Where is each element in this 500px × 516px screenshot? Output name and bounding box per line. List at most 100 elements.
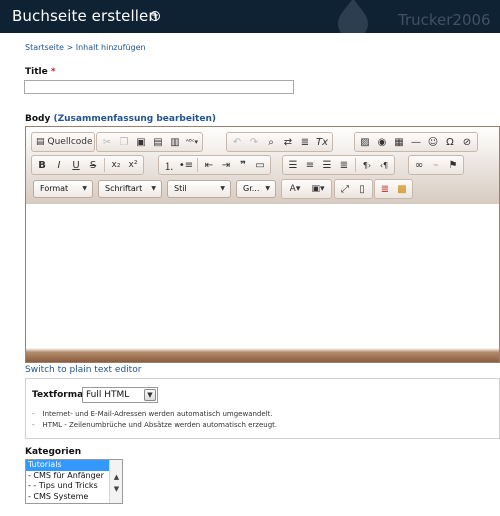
media-icon[interactable]: ▩ (394, 181, 410, 197)
copy-icon[interactable]: ❐ (116, 134, 132, 150)
drupal-drop-icon (338, 0, 368, 33)
style-combo[interactable]: Stil ▼ (167, 180, 231, 198)
source-button[interactable]: ▤ Quellcode (34, 134, 93, 150)
text-format-box: Textformat Full HTML ▼ Internet- und E-M… (25, 378, 500, 439)
teaser-break-icon[interactable]: ≣ (377, 181, 393, 197)
category-option[interactable]: Tutorials (26, 460, 109, 471)
rtl-icon[interactable]: ‹¶ (376, 157, 392, 173)
show-blocks-icon[interactable]: ▯ (354, 181, 370, 197)
italic-icon[interactable]: I (51, 157, 67, 173)
scroll-up-icon[interactable]: ▲ (110, 472, 122, 482)
special-char-icon[interactable]: Ω (442, 134, 458, 150)
find-icon[interactable]: ⌕ (263, 134, 279, 150)
align-center-icon[interactable]: ≡ (302, 157, 318, 173)
superscript-icon[interactable]: x² (125, 157, 141, 173)
paste-icon[interactable]: ▣ (133, 134, 149, 150)
category-option[interactable]: - CMS Systeme (26, 492, 109, 503)
watermark: Trucker2006 (398, 11, 491, 29)
toolbar-group-clipboard: ✂ ❐ ▣ ▤ ▥ ᴬᴮᶜ▾ (96, 132, 203, 152)
edit-summary-link[interactable]: Zusammenfassung bearbeiten (58, 114, 212, 124)
underline-icon[interactable]: U (68, 157, 84, 173)
category-option[interactable]: - CMS für Anfänger (26, 471, 109, 482)
categories-listbox[interactable]: Tutorials - CMS für Anfänger - - Tips un… (25, 459, 123, 504)
toolbar-separator (104, 158, 105, 172)
ltr-icon[interactable]: ¶› (359, 157, 375, 173)
dropdown-arrow-icon: ▼ (220, 185, 225, 192)
body-label: Body (Zusammenfassung bearbeiten) (25, 114, 216, 124)
size-combo[interactable]: Gr... ▼ (236, 180, 276, 198)
link-icon[interactable]: ∞ (411, 157, 427, 173)
align-left-icon[interactable]: ☰ (285, 157, 301, 173)
text-format-tips: Internet- und E-Mail-Adressen werden aut… (32, 409, 278, 431)
categories-label: Kategorien (25, 447, 82, 457)
anchor-icon[interactable]: ⚑ (445, 157, 461, 173)
format-combo[interactable]: Format ▼ (33, 180, 93, 198)
text-color-icon[interactable]: A▾ (284, 181, 306, 197)
scroll-down-icon[interactable]: ▼ (110, 484, 122, 494)
image-icon[interactable]: ▨ (357, 134, 373, 150)
title-input[interactable] (24, 80, 294, 94)
font-combo[interactable]: Schriftart ▼ (98, 180, 162, 198)
blockquote-icon[interactable]: ❞ (235, 157, 251, 173)
cut-icon[interactable]: ✂ (99, 134, 115, 150)
text-format-select[interactable]: Full HTML ▼ (82, 387, 158, 403)
body-label-text: Body (25, 114, 51, 124)
page-title: Buchseite erstellen (12, 7, 158, 25)
tip-item: HTML - Zeilenumbrüche und Absätze werden… (32, 420, 278, 431)
breadcrumb-current[interactable]: Inhalt hinzufügen (76, 43, 146, 52)
create-div-icon[interactable]: ▭ (252, 157, 268, 173)
outdent-icon[interactable]: ⇤ (201, 157, 217, 173)
style-combo-label: Stil (174, 184, 187, 193)
remove-format-icon[interactable]: Tx (314, 134, 330, 150)
body-close-paren: ) (211, 114, 216, 124)
listbox-scrollbar[interactable]: ▲ ▼ (109, 460, 122, 503)
flash-icon[interactable]: ◉ (374, 134, 390, 150)
paste-word-icon[interactable]: ▥ (167, 134, 183, 150)
page-break-icon[interactable]: ⊘ (459, 134, 475, 150)
table-icon[interactable]: ▦ (391, 134, 407, 150)
undo-icon[interactable]: ↶ (229, 134, 245, 150)
numbered-list-icon[interactable]: ⒈ (161, 157, 177, 173)
select-all-icon[interactable]: ≣ (297, 134, 313, 150)
size-combo-label: Gr... (243, 184, 260, 193)
align-right-icon[interactable]: ☰ (319, 157, 335, 173)
plain-text-editor-link[interactable]: Switch to plain text editor (25, 365, 141, 375)
strike-icon[interactable]: S (85, 157, 101, 173)
bg-color-icon[interactable]: ▣▾ (307, 181, 329, 197)
toolbar-separator (355, 158, 356, 172)
editor-statusbar (26, 348, 499, 362)
unlink-icon[interactable]: ⌁ (428, 157, 444, 173)
horizontal-rule-icon[interactable]: — (408, 134, 424, 150)
toolbar-group-paragraph: ⒈ •≡ ⇤ ⇥ ❞ ▭ (158, 155, 271, 175)
toolbar-group-basic: B I U S x₂ x² (31, 155, 144, 175)
spellcheck-icon[interactable]: ᴬᴮᶜ▾ (184, 134, 200, 150)
redo-icon[interactable]: ↷ (246, 134, 262, 150)
chevron-down-icon[interactable]: ▼ (144, 389, 156, 401)
align-justify-icon[interactable]: ≣ (336, 157, 352, 173)
toolbar-group-colors: A▾ ▣▾ (281, 179, 332, 199)
text-format-value: Full HTML (86, 390, 130, 400)
bold-icon[interactable]: B (34, 157, 50, 173)
title-label-text: Title (25, 67, 48, 77)
rich-text-editor[interactable]: ▤ Quellcode ✂ ❐ ▣ ▤ ▥ ᴬᴮᶜ▾ ↶ ↷ ⌕ ⇄ ≣ Tx … (25, 126, 500, 363)
bullet-list-icon[interactable]: •≡ (178, 157, 194, 173)
replace-icon[interactable]: ⇄ (280, 134, 296, 150)
tip-item: Internet- und E-Mail-Adressen werden aut… (32, 409, 277, 420)
toolbar-group-tools: ⤢ ▯ (334, 179, 373, 199)
title-label: Title * (25, 67, 56, 77)
breadcrumb-separator: > (66, 43, 74, 52)
source-icon: ▤ (36, 137, 45, 147)
plus-circle-icon[interactable]: + (150, 11, 160, 21)
paste-text-icon[interactable]: ▤ (150, 134, 166, 150)
subscript-icon[interactable]: x₂ (108, 157, 124, 173)
indent-icon[interactable]: ⇥ (218, 157, 234, 173)
toolbar-group-insert: ▨ ◉ ▦ — ☺ Ω ⊘ (354, 132, 478, 152)
format-combo-label: Format (40, 184, 69, 193)
dropdown-arrow-icon: ▼ (82, 185, 87, 192)
category-option[interactable]: - - Tips und Tricks (26, 481, 109, 492)
dropdown-arrow-icon: ▼ (151, 185, 156, 192)
toolbar-group-edit: ↶ ↷ ⌕ ⇄ ≣ Tx (226, 132, 333, 152)
breadcrumb-home[interactable]: Startseite (25, 43, 64, 52)
maximize-icon[interactable]: ⤢ (337, 181, 353, 197)
smiley-icon[interactable]: ☺ (425, 134, 441, 150)
